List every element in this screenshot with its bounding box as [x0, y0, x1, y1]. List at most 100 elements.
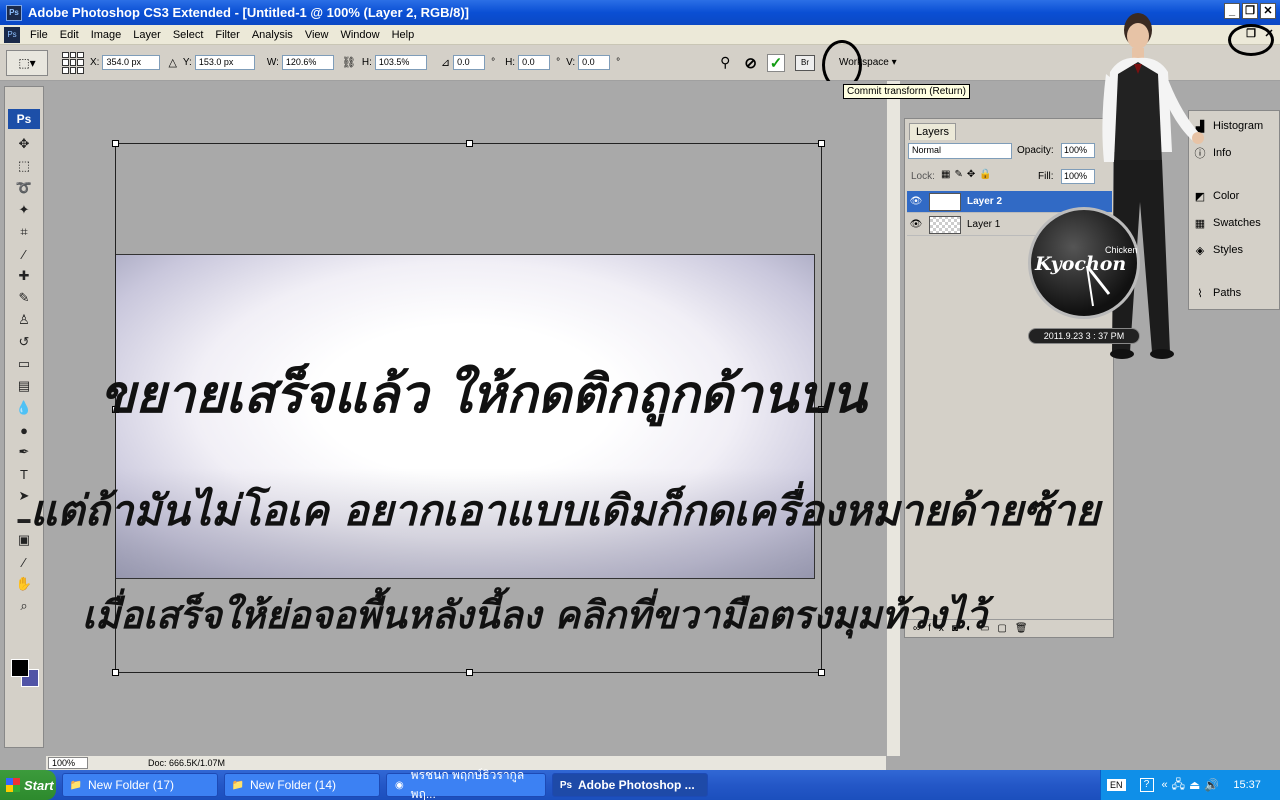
menu-bar: Ps File Edit Image Layer Select Filter A…	[0, 25, 1280, 45]
h-skew-label: H:	[505, 57, 516, 68]
task-chrome[interactable]: ◉ พรชนก พฤกษ์ธิวรากูล พฤ...	[386, 768, 546, 800]
bridge-icon[interactable]: Br	[794, 54, 815, 71]
hand-tool-icon[interactable]: ✋	[5, 573, 43, 595]
slice-tool-icon[interactable]: ⁄	[5, 243, 43, 265]
reference-point-locator[interactable]	[62, 51, 84, 74]
zoom-tool-icon[interactable]: ⌕	[5, 595, 43, 617]
instruction-line-2: แต่ถ้ามันไม่โอเค อยากเอาแบบเดิมก็กดเครื่…	[30, 486, 1100, 535]
taskbar-clock[interactable]: 15:37	[1233, 779, 1261, 791]
lasso-tool-icon[interactable]: ➰	[5, 177, 43, 199]
v-skew-label: V:	[566, 57, 576, 68]
commit-transform-icon[interactable]: ✓	[766, 53, 785, 72]
foreground-color-swatch[interactable]	[11, 659, 29, 677]
opacity-field[interactable]: 100%	[1061, 143, 1095, 158]
visibility-eye-icon[interactable]: 👁	[907, 219, 925, 230]
menu-edit[interactable]: Edit	[54, 29, 85, 41]
degree-symbol: °	[556, 57, 561, 68]
language-indicator[interactable]: EN	[1107, 779, 1126, 791]
start-button[interactable]: Start	[0, 770, 56, 800]
transform-handle[interactable]	[466, 140, 473, 147]
window-controls: _ ❐ ✕	[1224, 3, 1276, 19]
options-bar: ⬚▾ X: 354.0 px △ Y: 153.0 px W: 120.6% ⛓…	[0, 45, 1280, 81]
task-photoshop[interactable]: Ps Adobe Photoshop ...	[552, 773, 708, 797]
magic-wand-tool-icon[interactable]: ✦	[5, 199, 43, 221]
document-icon[interactable]: Ps	[4, 26, 20, 43]
layer-name: Layer 1	[967, 219, 1001, 230]
relative-position-icon[interactable]: △	[168, 56, 176, 69]
crop-tool-icon[interactable]: ⌗	[5, 221, 43, 243]
menu-select[interactable]: Select	[167, 29, 210, 41]
close-button[interactable]: ✕	[1260, 3, 1276, 19]
task-new-folder-17[interactable]: 📁 New Folder (17)	[62, 773, 218, 797]
v-skew-field[interactable]: 0.0	[578, 55, 611, 70]
degree-symbol: °	[616, 57, 621, 68]
commit-tooltip: Commit transform (Return)	[843, 84, 970, 99]
menu-image[interactable]: Image	[85, 29, 128, 41]
network-icon[interactable]: 🖧	[1172, 775, 1185, 796]
tool-preset-picker[interactable]: ⬚▾	[6, 49, 48, 76]
fill-field[interactable]: 100%	[1061, 169, 1095, 184]
x-position-field[interactable]: 354.0 px	[102, 55, 161, 70]
volume-icon[interactable]: 🔊	[1204, 778, 1219, 792]
transform-handle[interactable]	[818, 669, 825, 676]
clone-stamp-tool-icon[interactable]: ♙	[5, 309, 43, 331]
transform-handle[interactable]	[112, 140, 119, 147]
photoshop-app-icon: Ps	[6, 4, 22, 21]
eraser-tool-icon[interactable]: ▭	[5, 353, 43, 375]
menu-view[interactable]: View	[299, 29, 335, 41]
transform-handle[interactable]	[466, 669, 473, 676]
height-scale-field[interactable]: 103.5%	[374, 55, 427, 70]
instruction-line-3: เมื่อเสร็จให้ย่อจอพื้นหลังนี้ลง คลิกที่ข…	[82, 592, 987, 637]
system-tray: EN ? « 🖧 ⏏ 🔊 15:37	[1100, 770, 1280, 800]
width-scale-field[interactable]: 120.6%	[281, 55, 334, 70]
blur-tool-icon[interactable]: 💧	[5, 397, 43, 419]
dodge-tool-icon[interactable]: ●	[5, 419, 43, 441]
move-tool-icon[interactable]: ✥	[5, 133, 43, 155]
help-icon[interactable]: ?	[1139, 778, 1154, 792]
menu-help[interactable]: Help	[386, 29, 421, 41]
y-label: Y:	[182, 57, 192, 68]
healing-brush-tool-icon[interactable]: ✚	[5, 265, 43, 287]
safely-remove-icon[interactable]: ⏏	[1189, 778, 1200, 792]
transform-handle[interactable]	[112, 669, 119, 676]
photoshop-icon: Ps	[559, 779, 573, 791]
visibility-eye-icon[interactable]: 👁	[907, 196, 925, 207]
tray-expand-icon[interactable]: «	[1162, 779, 1168, 791]
zoom-level-field[interactable]: 100%	[48, 757, 88, 769]
clock-widget[interactable]: Chicken Kyochon 2011.9.23 3 : 37 PM	[1026, 207, 1144, 345]
windows-flag-icon	[6, 778, 20, 792]
warp-mode-icon[interactable]: ⚲	[720, 54, 730, 71]
marquee-tool-icon[interactable]: ⬚	[5, 155, 43, 177]
rotate-field[interactable]: 0.0	[453, 55, 486, 70]
menu-filter[interactable]: Filter	[209, 29, 245, 41]
eyedropper-tool-icon[interactable]: ⁄	[5, 551, 43, 573]
pen-tool-icon[interactable]: ✒	[5, 441, 43, 463]
degree-symbol: °	[491, 57, 496, 68]
menu-window[interactable]: Window	[334, 29, 385, 41]
blend-mode-select[interactable]: Normal	[908, 143, 1012, 159]
menu-analysis[interactable]: Analysis	[246, 29, 299, 41]
fill-label: Fill:	[1038, 171, 1054, 182]
w-label: W:	[266, 57, 279, 68]
vertical-scrollbar[interactable]	[886, 81, 900, 756]
transform-handle[interactable]	[818, 140, 825, 147]
lock-options-icon[interactable]: ▦✎✥🔒	[941, 169, 996, 180]
layers-panel: Layers Normal Opacity: 100% Lock: ▦✎✥🔒 F…	[904, 118, 1114, 638]
document-size-info[interactable]: Doc: 666.5K/1.07M	[148, 758, 225, 768]
menu-layer[interactable]: Layer	[127, 29, 167, 41]
h-skew-field[interactable]: 0.0	[518, 55, 551, 70]
annotation-circle	[1228, 24, 1274, 56]
link-icon[interactable]: ⛓	[342, 56, 356, 69]
menu-file[interactable]: File	[24, 29, 54, 41]
brush-tool-icon[interactable]: ✎	[5, 287, 43, 309]
restore-button[interactable]: ❐	[1242, 3, 1258, 19]
cancel-transform-icon[interactable]: ⊘	[744, 54, 757, 72]
layers-tab[interactable]: Layers	[909, 123, 957, 140]
toolbox: Ps ✥ ⬚ ➰ ✦ ⌗ ⁄ ✚ ✎ ♙ ↺ ▭ ▤ 💧 ● ✒ T ➤ ▬ ▣…	[4, 86, 44, 748]
title-bar: Ps Adobe Photoshop CS3 Extended - [Untit…	[0, 0, 1280, 25]
history-brush-tool-icon[interactable]: ↺	[5, 331, 43, 353]
gradient-tool-icon[interactable]: ▤	[5, 375, 43, 397]
chrome-icon: ◉	[394, 779, 404, 791]
task-new-folder-14[interactable]: 📁 New Folder (14)	[224, 773, 380, 797]
y-position-field[interactable]: 153.0 px	[194, 55, 255, 70]
